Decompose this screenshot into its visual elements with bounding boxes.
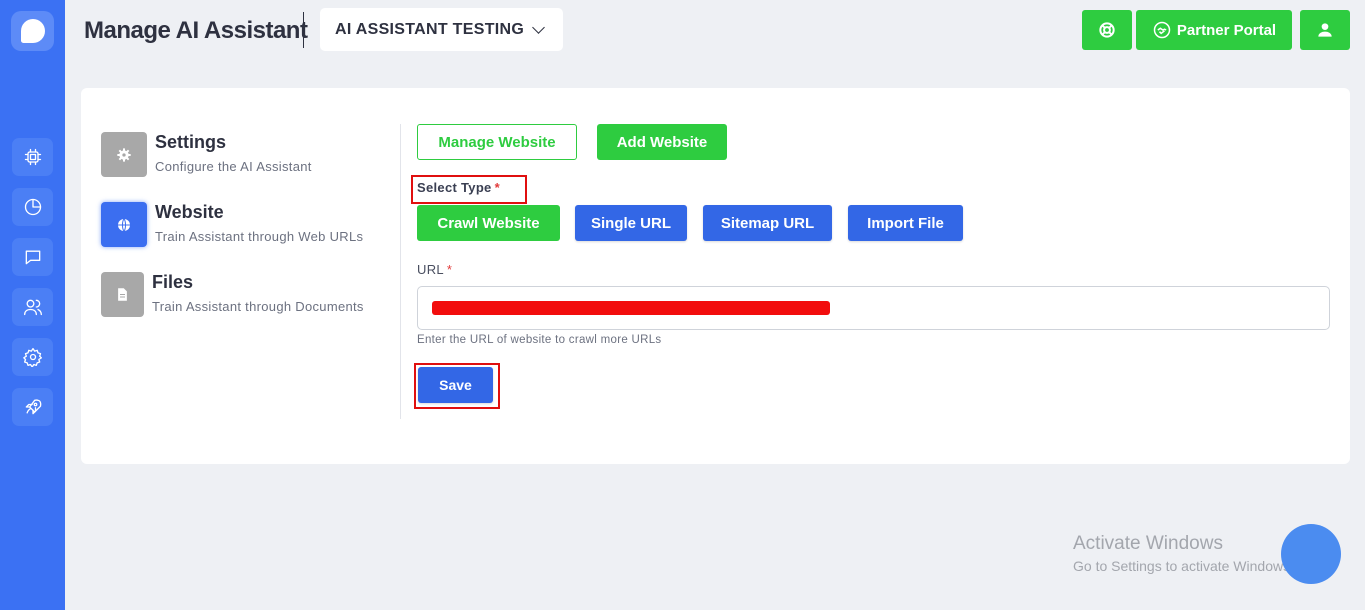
- menu-title-website: Website: [155, 202, 224, 222]
- chevron-down-icon: [532, 20, 545, 34]
- type-crawl-website[interactable]: Crawl Website: [417, 205, 560, 241]
- menu-item-website[interactable]: Website Train Assistant through Web URLs: [101, 202, 363, 247]
- nav-gear-icon[interactable]: [12, 338, 53, 376]
- menu-icon-website: [101, 202, 147, 247]
- vertical-divider: [400, 124, 401, 419]
- sidebar: [0, 0, 65, 610]
- nav-chip-icon[interactable]: [12, 138, 53, 176]
- gear-icon: [22, 348, 42, 367]
- chat-bubble-icon[interactable]: [11, 11, 54, 51]
- menu-subtitle-files: Train Assistant through Documents: [152, 299, 364, 314]
- type-import-file[interactable]: Import File: [848, 205, 963, 241]
- partner-portal-button[interactable]: Partner Portal: [1136, 10, 1292, 50]
- assistant-selector[interactable]: AI ASSISTANT TESTING: [320, 8, 563, 51]
- title-divider: [303, 12, 304, 48]
- nav-message-icon[interactable]: [12, 238, 53, 276]
- menu-icon-files: [101, 272, 144, 317]
- document-icon: [118, 288, 127, 301]
- nav-pie-chart-icon[interactable]: [12, 188, 53, 226]
- watermark-subtitle: Go to Settings to activate Windows.: [1073, 558, 1294, 574]
- lifebuoy-icon: [1099, 22, 1115, 38]
- menu-item-settings[interactable]: Settings Configure the AI Assistant: [101, 132, 312, 177]
- url-help-text: Enter the URL of website to crawl more U…: [417, 334, 662, 346]
- pie-chart-icon: [24, 198, 41, 216]
- watermark-title: Activate Windows: [1073, 533, 1223, 554]
- page-title: Manage AI Assistant: [84, 17, 308, 44]
- select-type-label: Select Type *: [417, 180, 500, 195]
- add-website-button[interactable]: Add Website: [597, 124, 727, 160]
- menu-title-files: Files: [152, 272, 194, 292]
- nav-users-icon[interactable]: [12, 288, 53, 326]
- menu-subtitle-website: Train Assistant through Web URLs: [155, 229, 364, 244]
- type-sitemap-url[interactable]: Sitemap URL: [703, 205, 832, 241]
- manage-website-button[interactable]: Manage Website: [417, 124, 577, 160]
- required-mark: *: [494, 180, 500, 195]
- url-label: URL *: [417, 262, 452, 277]
- save-button[interactable]: Save: [418, 367, 493, 403]
- chip-icon: [24, 148, 41, 166]
- chat-launcher-button[interactable]: [1281, 524, 1341, 584]
- menu-subtitle-settings: Configure the AI Assistant: [155, 159, 312, 174]
- menu-title-settings: Settings: [155, 132, 227, 152]
- nav-rocket-icon[interactable]: [12, 388, 53, 426]
- message-icon: [25, 250, 40, 265]
- partner-portal-label: Partner Portal: [1176, 21, 1277, 39]
- url-label-text: URL: [417, 262, 444, 277]
- menu-icon-settings: [101, 132, 147, 177]
- select-type-text: Select Type: [417, 180, 492, 195]
- required-mark: *: [446, 262, 453, 277]
- profile-button[interactable]: [1300, 10, 1350, 50]
- redacted-url-value: [432, 301, 830, 315]
- support-button[interactable]: [1082, 10, 1132, 50]
- users-icon: [23, 299, 42, 316]
- menu-item-files[interactable]: Files Train Assistant through Documents: [101, 272, 364, 317]
- settings-card: Settings Configure the AI Assistant Webs…: [81, 88, 1350, 464]
- gear-icon: [117, 147, 131, 162]
- url-input[interactable]: [417, 286, 1330, 330]
- rocket-icon: [25, 399, 41, 415]
- user-icon: [1318, 23, 1332, 37]
- handshake-icon: [1153, 21, 1171, 39]
- globe-icon: [118, 218, 130, 231]
- assistant-selector-value: AI ASSISTANT TESTING: [335, 20, 525, 38]
- type-single-url[interactable]: Single URL: [575, 205, 687, 241]
